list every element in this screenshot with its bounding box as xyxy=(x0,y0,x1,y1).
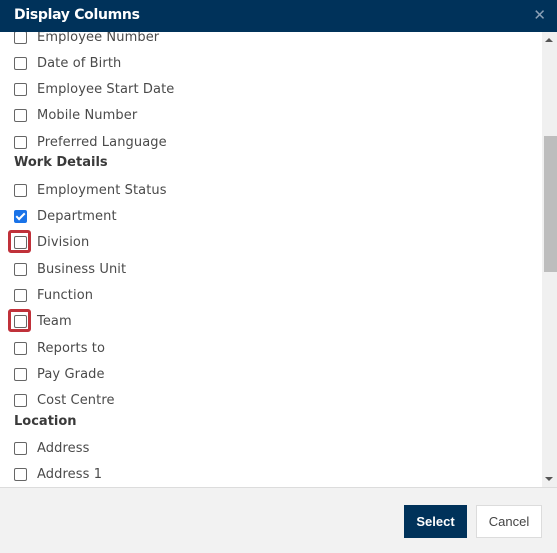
column-option-function[interactable]: Function xyxy=(14,285,93,305)
column-option-employee-start-date[interactable]: Employee Start Date xyxy=(14,79,174,99)
column-option-address-1[interactable]: Address 1 xyxy=(14,464,102,484)
column-option-mobile-number[interactable]: Mobile Number xyxy=(14,105,137,125)
column-option-cost-centre[interactable]: Cost Centre xyxy=(14,390,115,410)
highlight-box xyxy=(8,308,31,332)
column-option-address[interactable]: Address xyxy=(14,438,89,458)
scrollbar-thumb[interactable] xyxy=(544,136,557,272)
dialog-footer: Select Cancel xyxy=(0,487,557,553)
checkbox[interactable] xyxy=(8,229,31,253)
option-label: Function xyxy=(37,287,94,303)
checkbox-checked[interactable] xyxy=(14,209,27,223)
column-option-preferred-language[interactable]: Preferred Language xyxy=(14,132,167,152)
checkbox[interactable] xyxy=(8,308,31,332)
checkbox[interactable] xyxy=(14,262,27,276)
option-label: Department xyxy=(37,208,117,224)
option-label: Employee Number xyxy=(37,32,160,45)
option-label: Employee Start Date xyxy=(37,81,175,97)
checkbox[interactable] xyxy=(14,32,27,44)
checkbox[interactable] xyxy=(14,108,27,122)
column-option-date-of-birth[interactable]: Date of Birth xyxy=(14,53,121,73)
column-list-panel: Employee Number Date of Birth Employee S… xyxy=(0,32,557,487)
checkbox[interactable] xyxy=(14,183,27,197)
checkbox[interactable] xyxy=(14,135,27,149)
checkbox[interactable] xyxy=(14,288,27,302)
column-option-department[interactable]: Department xyxy=(14,206,117,226)
checkbox[interactable] xyxy=(14,393,27,407)
column-option-team[interactable]: Team xyxy=(8,308,72,332)
scroll-down-arrow-icon[interactable] xyxy=(545,477,553,481)
option-label: Employment Status xyxy=(37,182,167,198)
scroll-up-arrow-icon[interactable] xyxy=(545,38,553,42)
checkbox[interactable] xyxy=(14,467,27,481)
option-label: Reports to xyxy=(37,340,106,356)
option-label: Team xyxy=(37,313,72,329)
column-option-division[interactable]: Division xyxy=(8,229,90,253)
section-heading-work-details: Work Details xyxy=(14,155,108,170)
dialog-title: Display Columns xyxy=(14,7,140,23)
checkbox[interactable] xyxy=(14,56,27,70)
vertical-scrollbar[interactable] xyxy=(542,32,557,487)
column-option-employee-number[interactable]: Employee Number xyxy=(14,32,159,47)
option-label: Business Unit xyxy=(37,261,127,277)
dialog-header: Display Columns ✕ xyxy=(0,0,557,32)
option-label: Mobile Number xyxy=(37,107,138,123)
option-label: Preferred Language xyxy=(37,134,167,150)
cancel-button[interactable]: Cancel xyxy=(476,505,542,538)
option-label: Address xyxy=(37,440,90,456)
column-option-employment-status[interactable]: Employment Status xyxy=(14,180,167,200)
column-option-business-unit[interactable]: Business Unit xyxy=(14,259,126,279)
column-option-reports-to[interactable]: Reports to xyxy=(14,338,105,358)
checkbox[interactable] xyxy=(14,441,27,455)
section-heading-location: Location xyxy=(14,414,77,429)
checkbox[interactable] xyxy=(14,82,27,96)
option-label: Division xyxy=(37,234,90,250)
option-label: Date of Birth xyxy=(37,55,122,71)
option-label: Pay Grade xyxy=(37,366,105,382)
checkbox[interactable] xyxy=(14,341,27,355)
select-button[interactable]: Select xyxy=(404,505,467,538)
column-option-pay-grade[interactable]: Pay Grade xyxy=(14,364,105,384)
option-label: Address 1 xyxy=(37,466,103,482)
checkbox[interactable] xyxy=(14,367,27,381)
close-icon[interactable]: ✕ xyxy=(533,6,546,24)
highlight-box xyxy=(8,229,31,253)
option-label: Cost Centre xyxy=(37,392,115,408)
